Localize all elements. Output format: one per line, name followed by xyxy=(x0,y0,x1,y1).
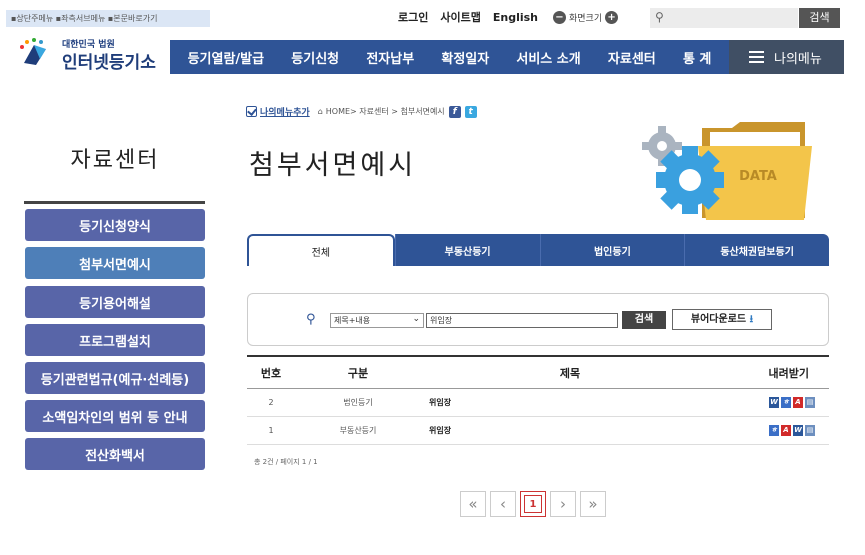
checkbox-icon xyxy=(246,106,257,117)
search-icon: ⚲ xyxy=(655,10,664,24)
doc-icon[interactable]: W xyxy=(793,425,803,436)
my-menu-label: 나의메뉴 xyxy=(774,51,822,67)
add-my-menu-label: 나의메뉴추가 xyxy=(260,108,310,118)
category-tabs: 전체 부동산등기 법인등기 동산채권담보등기 xyxy=(247,234,829,266)
sidebar-divider xyxy=(24,201,205,204)
row-no: 2 xyxy=(268,398,274,407)
search-type-value: 제목+내용 xyxy=(334,316,371,325)
pdf-icon[interactable]: A xyxy=(781,425,791,436)
zoom-out-icon[interactable]: − xyxy=(553,10,566,24)
doc-icon[interactable]: W xyxy=(769,397,779,408)
pdf-icon[interactable]: A xyxy=(793,397,803,408)
row-files: ㅎ A W ▤ xyxy=(739,425,829,436)
tab-movable-property[interactable]: 동산채권담보등기 xyxy=(684,234,829,266)
site-logo[interactable]: 대한민국 법원 인터넷등기소 xyxy=(14,33,164,73)
data-folder-illustration-icon: DATA xyxy=(642,122,812,220)
chevron-down-icon: ⌄ xyxy=(412,314,420,324)
img-icon[interactable]: ▤ xyxy=(805,425,815,436)
main-navigation: 등기열람/발급 등기신청 전자납부 확정일자 서비스 소개 자료센터 통 계 xyxy=(170,40,729,74)
english-link[interactable]: English xyxy=(493,11,538,24)
gnb-item-service-intro[interactable]: 서비스 소개 xyxy=(516,48,580,67)
top-search-button[interactable]: 검색 xyxy=(799,8,840,28)
search-type-select[interactable]: 제목+내용 ⌄ xyxy=(330,313,424,328)
sidebar-title: 자료센터 xyxy=(70,148,160,173)
gnb-item-registry-apply[interactable]: 등기신청 xyxy=(291,48,339,67)
hwp-icon[interactable]: ㅎ xyxy=(781,397,791,408)
first-page-button[interactable]: « xyxy=(460,491,486,517)
sidebar-item-forms[interactable]: 등기신청양식 xyxy=(25,209,205,241)
results-table: 번호 구분 제목 내려받기 2 법인등기 위임장 W ㅎ A ▤ 1 부동산등기… xyxy=(247,355,829,445)
viewer-download-label: 뷰어다운로드 xyxy=(690,314,747,325)
last-page-button[interactable]: » xyxy=(580,491,606,517)
utility-menu: 로그인 사이트맵 English − 화면크기 + xyxy=(398,9,621,25)
img-icon[interactable]: ▤ xyxy=(805,397,815,408)
page-title: 첨부서면예시 xyxy=(249,150,417,181)
twitter-icon[interactable]: t xyxy=(464,105,477,118)
sidebar-item-regulations[interactable]: 등기관련법규(예규·선례등) xyxy=(25,362,205,394)
search-button[interactable]: 검색 xyxy=(622,311,666,329)
hamburger-icon xyxy=(749,48,764,66)
header-title: 제목 xyxy=(559,366,581,380)
table-row: 2 법인등기 위임장 W ㅎ A ▤ xyxy=(247,389,829,417)
header-download: 내려받기 xyxy=(768,366,809,380)
gnb-item-statistics[interactable]: 통 계 xyxy=(683,48,711,67)
font-size-label: 화면크기 xyxy=(569,13,603,24)
home-icon: ⌂ xyxy=(317,107,323,116)
row-title[interactable]: 위임장 xyxy=(421,397,739,408)
breadcrumb-path: HOME> 자료센터 > 첨부서면예시 xyxy=(325,107,445,116)
sidebar-item-white-paper[interactable]: 전산화백서 xyxy=(25,438,205,470)
keyword-input[interactable]: 위임장 xyxy=(426,313,618,328)
sidebar-item-glossary[interactable]: 등기용어해설 xyxy=(25,286,205,318)
facebook-icon[interactable]: f xyxy=(448,105,461,118)
login-link[interactable]: 로그인 xyxy=(398,9,428,25)
sidebar-item-attachment-examples[interactable]: 첨부서면예시 xyxy=(25,247,205,279)
total-count: 총 2건 / 페이지 1 / 1 xyxy=(254,458,318,466)
search-panel: ⚲ 제목+내용 ⌄ 위임장 검색 뷰어다운로드 ⭳ xyxy=(247,293,829,346)
pagination: « ‹ 1 › » xyxy=(460,491,610,517)
tab-corporate[interactable]: 법인등기 xyxy=(539,234,685,266)
page-1-button[interactable]: 1 xyxy=(520,491,546,517)
download-icon: ⭳ xyxy=(749,314,754,325)
sidebar-item-program-install[interactable]: 프로그램설치 xyxy=(25,324,205,356)
skip-links[interactable]: ▪상단주메뉴 ▪좌측서브메뉴 ▪본문바로가기 xyxy=(6,10,210,27)
deco-label: DATA xyxy=(739,169,777,184)
table-row: 1 부동산등기 위임장 ㅎ A W ▤ xyxy=(247,417,829,445)
search-icon: ⚲ xyxy=(306,312,316,327)
prev-page-button[interactable]: ‹ xyxy=(490,491,516,517)
my-menu-button[interactable]: 나의메뉴 xyxy=(729,40,844,74)
header-no: 번호 xyxy=(260,366,282,380)
current-page: 1 xyxy=(524,495,542,513)
gnb-item-registry-view[interactable]: 등기열람/발급 xyxy=(188,48,265,67)
next-page-button[interactable]: › xyxy=(550,491,576,517)
tab-all[interactable]: 전체 xyxy=(247,234,395,266)
top-search-input[interactable]: ⚲ xyxy=(650,8,798,28)
table-header: 번호 구분 제목 내려받기 xyxy=(247,357,829,389)
tab-real-estate[interactable]: 부동산등기 xyxy=(394,234,540,266)
breadcrumb: 나의메뉴추가 ⌂ HOME> 자료센터 > 첨부서면예시 f t xyxy=(246,105,477,118)
add-my-menu-link[interactable]: 나의메뉴추가 xyxy=(246,105,310,118)
zoom-in-icon[interactable]: + xyxy=(605,10,619,24)
font-size-control: − 화면크기 + xyxy=(550,10,621,24)
hwp-icon[interactable]: ㅎ xyxy=(769,425,779,436)
gnb-item-resource-center[interactable]: 자료센터 xyxy=(608,48,656,67)
gnb-item-e-payment[interactable]: 전자납부 xyxy=(366,48,414,67)
court-emblem-icon xyxy=(20,38,46,65)
row-category: 법인등기 xyxy=(343,398,373,407)
sidebar-item-small-tenant[interactable]: 소액임차인의 범위 등 안내 xyxy=(25,400,205,432)
logo-title: 인터넷등기소 xyxy=(62,53,156,73)
header-category: 구분 xyxy=(347,366,369,380)
row-files: W ㅎ A ▤ xyxy=(739,397,829,408)
gnb-item-fixed-date[interactable]: 확정일자 xyxy=(441,48,489,67)
row-title[interactable]: 위임장 xyxy=(421,425,739,436)
viewer-download-button[interactable]: 뷰어다운로드 ⭳ xyxy=(672,309,772,330)
row-category: 부동산등기 xyxy=(339,426,377,435)
sitemap-link[interactable]: 사이트맵 xyxy=(440,9,480,25)
row-no: 1 xyxy=(268,426,274,435)
